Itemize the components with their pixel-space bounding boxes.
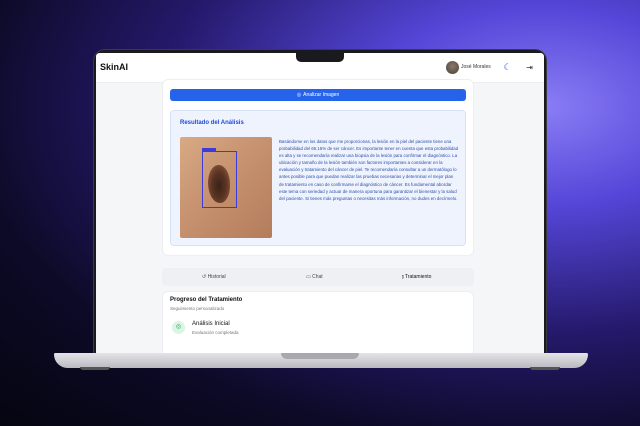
result-title: Resultado del Análisis <box>180 120 244 126</box>
detection-box <box>202 151 237 208</box>
detection-label <box>202 148 216 151</box>
laptop-screen: SkinAI José Morales ☾ ⇥ ◎ Analizar Imagen… <box>96 53 544 355</box>
step-label: Análisis Inicial <box>192 321 230 327</box>
tab-label: Historial <box>207 274 226 280</box>
logout-icon[interactable]: ⇥ <box>524 62 535 73</box>
tab-label: Chat <box>312 274 323 280</box>
tab-historial[interactable]: ↺ Historial <box>202 272 226 282</box>
progress-subtitle: Seguimiento personalizado <box>170 306 225 311</box>
moon-icon[interactable]: ☾ <box>502 62 513 73</box>
analyze-button-label: Analizar Imagen <box>303 92 340 98</box>
history-icon: ↺ <box>202 274 207 280</box>
lesion-image <box>180 137 272 238</box>
skinai-app: SkinAI José Morales ☾ ⇥ ◎ Analizar Imagen… <box>96 53 544 355</box>
camera-icon: ◎ <box>172 321 185 334</box>
brand-logo[interactable]: SkinAI <box>100 62 128 72</box>
result-text: Basándome en los datos que me proporcion… <box>279 139 459 201</box>
laptop-frame: SkinAI José Morales ☾ ⇥ ◎ Analizar Imagen… <box>0 0 640 426</box>
laptop-opening-notch <box>281 353 359 359</box>
step-status: Evaluación completada <box>192 330 239 335</box>
user-name[interactable]: José Morales <box>461 64 491 70</box>
camera-notch <box>296 53 344 62</box>
chart-icon: ⫾ <box>402 274 404 280</box>
chat-icon: ▭ <box>306 274 311 280</box>
tab-chat[interactable]: ▭ Chat <box>306 272 323 282</box>
progress-title: Progreso del Tratamiento <box>170 297 243 303</box>
tab-label: Tratamiento <box>404 274 432 280</box>
camera-icon: ◎ <box>296 92 302 98</box>
avatar[interactable] <box>446 61 459 74</box>
laptop-foot <box>80 367 110 370</box>
analyze-image-button[interactable]: ◎ Analizar Imagen <box>170 89 466 101</box>
laptop-foot <box>530 367 560 370</box>
tab-tratamiento[interactable]: ⫾ Tratamiento <box>402 272 431 282</box>
